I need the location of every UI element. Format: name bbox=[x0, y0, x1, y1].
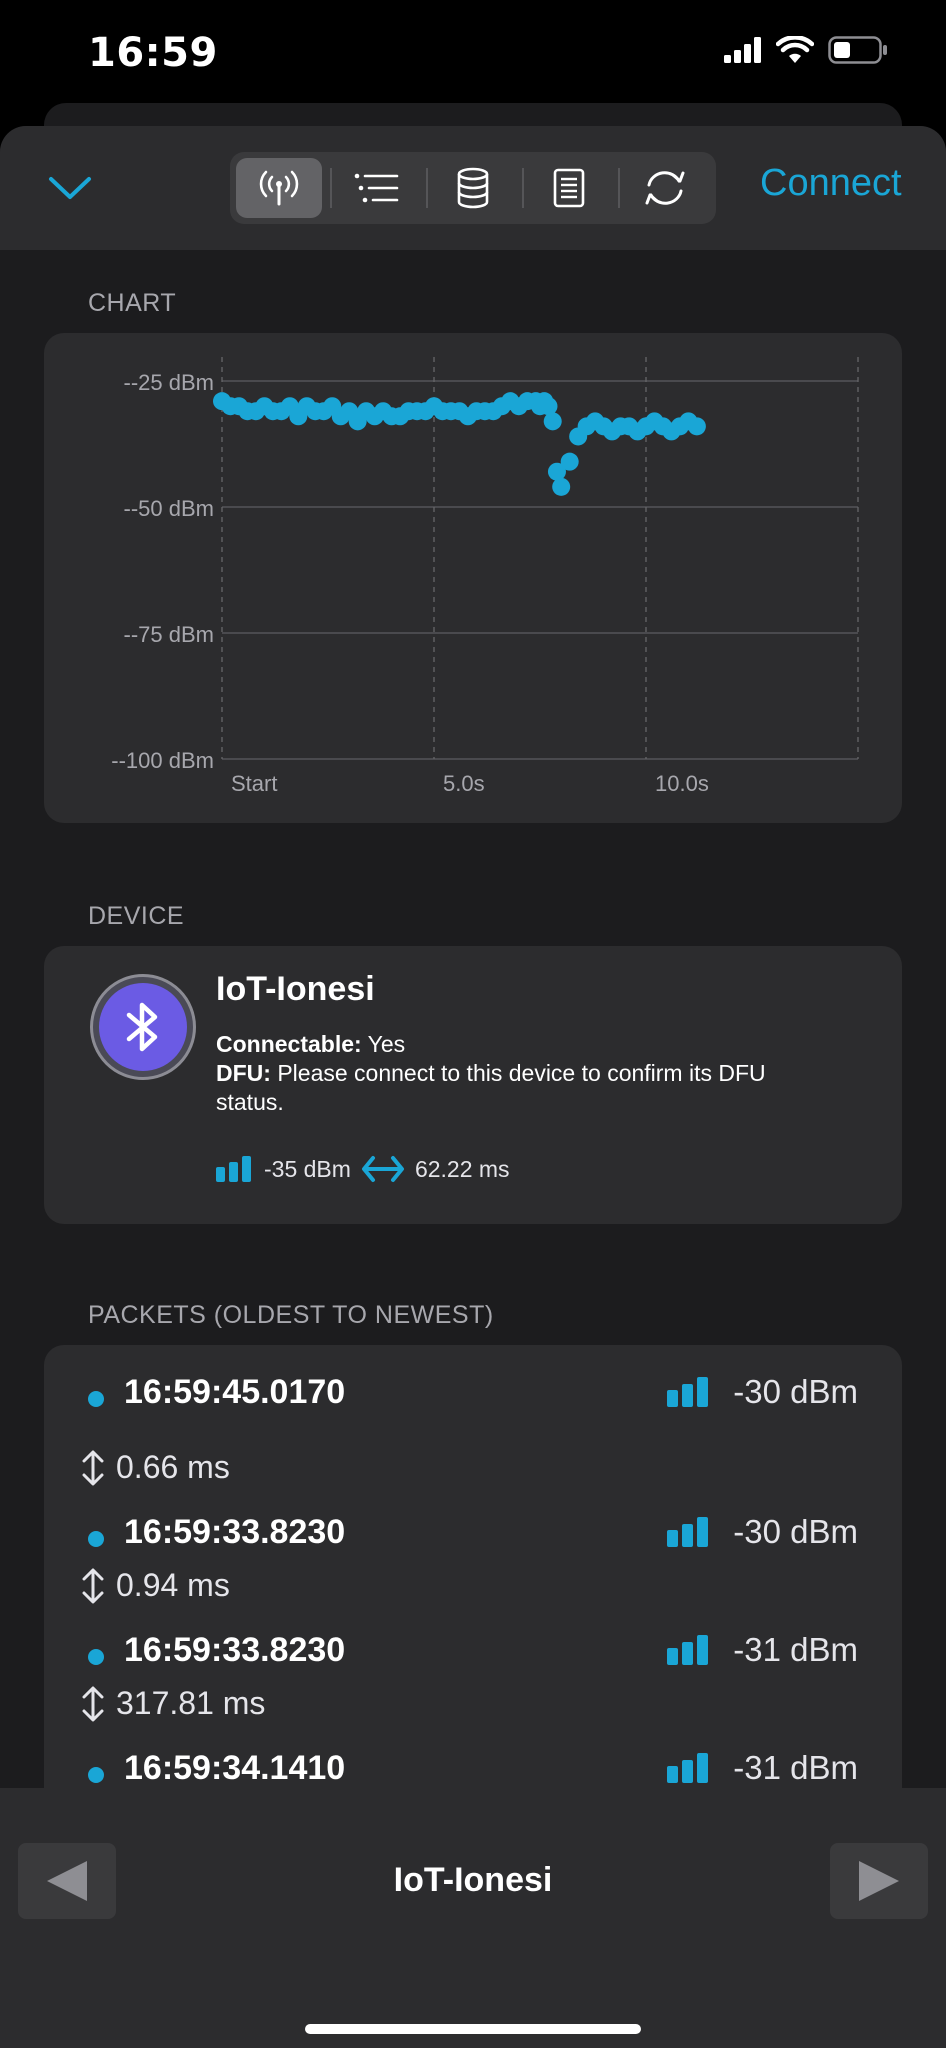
signal-strength-icon bbox=[667, 1517, 709, 1547]
y-tick-label: --75 dBm bbox=[124, 622, 214, 647]
device-section-title: DEVICE bbox=[88, 902, 185, 930]
packet-time: 16:59:34.1410 bbox=[124, 1749, 346, 1787]
status-time: 16:59 bbox=[88, 30, 218, 76]
device-name: IoT-Ionesi bbox=[216, 970, 375, 1008]
packets-section-title: PACKETS (OLDEST TO NEWEST) bbox=[88, 1301, 494, 1329]
connectable-value: Yes bbox=[361, 1031, 406, 1057]
packet-dot bbox=[88, 1391, 104, 1407]
list-icon bbox=[354, 173, 399, 203]
rssi-chart: --25 dBm --50 dBm --75 dBm --100 dBm Start 5.… bbox=[111, 357, 859, 796]
device-connectable: Connectable: Yes bbox=[216, 1030, 836, 1059]
tab-refresh[interactable] bbox=[622, 158, 708, 218]
chart-section-title: CHART bbox=[88, 289, 177, 317]
packet-rssi: -30 dBm bbox=[667, 1373, 858, 1411]
left-right-arrow-icon bbox=[361, 1156, 404, 1182]
device-avatar bbox=[90, 974, 196, 1080]
connectable-label: Connectable: bbox=[216, 1031, 362, 1057]
signal-strength-icon bbox=[667, 1753, 709, 1783]
device-metrics: -35 dBm 62.22 ms bbox=[216, 1154, 510, 1184]
bottom-bar: IoT-Ionesi bbox=[0, 1788, 946, 2048]
packet-delta-value: 0.94 ms bbox=[116, 1567, 230, 1603]
x-tick-label: 10.0s bbox=[655, 771, 709, 796]
packet-delta-value: 0.66 ms bbox=[116, 1449, 230, 1485]
x-tick-label: 5.0s bbox=[443, 771, 485, 796]
connect-button[interactable]: Connect bbox=[760, 162, 902, 205]
packet-delta-value: 317.81 ms bbox=[116, 1685, 266, 1721]
packet-rssi-value: -30 dBm bbox=[733, 1373, 858, 1410]
packet-rssi: -30 dBm bbox=[667, 1513, 858, 1551]
document-icon bbox=[553, 168, 585, 208]
battery-icon bbox=[828, 36, 887, 64]
home-indicator bbox=[305, 2024, 641, 2034]
next-device-button[interactable] bbox=[830, 1843, 928, 1919]
data-point bbox=[539, 397, 558, 416]
tab-signal[interactable] bbox=[236, 158, 322, 218]
x-tick-label: Start bbox=[231, 771, 277, 796]
top-toolbar: Connect bbox=[0, 126, 946, 250]
dfu-label: DFU: bbox=[216, 1060, 271, 1086]
tab-document[interactable] bbox=[526, 158, 612, 218]
device-dfu: DFU: Please connect to this device to co… bbox=[216, 1059, 836, 1117]
packet-rssi: -31 dBm bbox=[667, 1631, 858, 1669]
status-icons bbox=[724, 36, 888, 64]
status-bar: 16:59 bbox=[0, 0, 946, 110]
bluetooth-icon bbox=[126, 1002, 158, 1052]
bottom-device-title: IoT-Ionesi bbox=[393, 1861, 553, 1899]
tab-database[interactable] bbox=[430, 158, 516, 218]
signal-strength-icon bbox=[216, 1156, 251, 1182]
up-down-arrow-icon bbox=[82, 1568, 104, 1603]
tab-list[interactable] bbox=[334, 158, 420, 218]
packet-delta: 0.66 ms bbox=[80, 1449, 230, 1486]
packet-time: 16:59:33.8230 bbox=[124, 1513, 346, 1551]
packet-dot bbox=[88, 1649, 104, 1665]
y-tick-label: --50 dBm bbox=[124, 496, 214, 521]
data-point bbox=[687, 417, 706, 436]
y-tick-label: --25 dBm bbox=[124, 370, 214, 395]
signal-strength-icon bbox=[667, 1377, 709, 1407]
packet-dot bbox=[88, 1767, 104, 1783]
cellular-signal-icon bbox=[724, 37, 761, 63]
packet-rssi-value: -30 dBm bbox=[733, 1513, 858, 1550]
packet-dot bbox=[88, 1531, 104, 1547]
antenna-icon bbox=[259, 170, 299, 206]
view-segmented-control bbox=[230, 152, 716, 224]
chart-card: --25 dBm --50 dBm --75 dBm --100 dBm Start 5.… bbox=[44, 333, 902, 823]
packet-rssi-value: -31 dBm bbox=[733, 1749, 858, 1786]
wifi-icon bbox=[776, 36, 814, 63]
packet-rssi-value: -31 dBm bbox=[733, 1631, 858, 1668]
triangle-right-icon bbox=[859, 1861, 899, 1901]
packet-delta: 0.94 ms bbox=[80, 1567, 230, 1604]
up-down-arrow-icon bbox=[82, 1450, 104, 1485]
packet-time: 16:59:45.0170 bbox=[124, 1373, 346, 1411]
database-icon bbox=[457, 167, 489, 209]
dismiss-button[interactable] bbox=[44, 166, 96, 210]
packet-rssi: -31 dBm bbox=[667, 1749, 858, 1787]
signal-strength-icon bbox=[667, 1635, 709, 1665]
refresh-icon bbox=[645, 171, 685, 205]
dfu-value: Please connect to this device to confirm… bbox=[216, 1060, 766, 1115]
packet-delta: 317.81 ms bbox=[80, 1685, 265, 1722]
chevron-down-icon bbox=[49, 177, 91, 199]
device-detail-sheet: Connect CHART --25 dBm --50 dBm --75 dBm --… bbox=[0, 126, 946, 2048]
device-interval: 62.22 ms bbox=[414, 1155, 510, 1182]
y-tick-label: --100 dBm bbox=[111, 748, 214, 773]
up-down-arrow-icon bbox=[82, 1686, 104, 1721]
device-card[interactable]: IoT-Ionesi Connectable: Yes DFU: Please … bbox=[44, 946, 902, 1224]
packet-time: 16:59:33.8230 bbox=[124, 1631, 346, 1669]
device-rssi: -35 dBm bbox=[264, 1155, 351, 1182]
data-point bbox=[552, 477, 571, 496]
data-point bbox=[560, 452, 579, 471]
data-point bbox=[543, 412, 562, 431]
